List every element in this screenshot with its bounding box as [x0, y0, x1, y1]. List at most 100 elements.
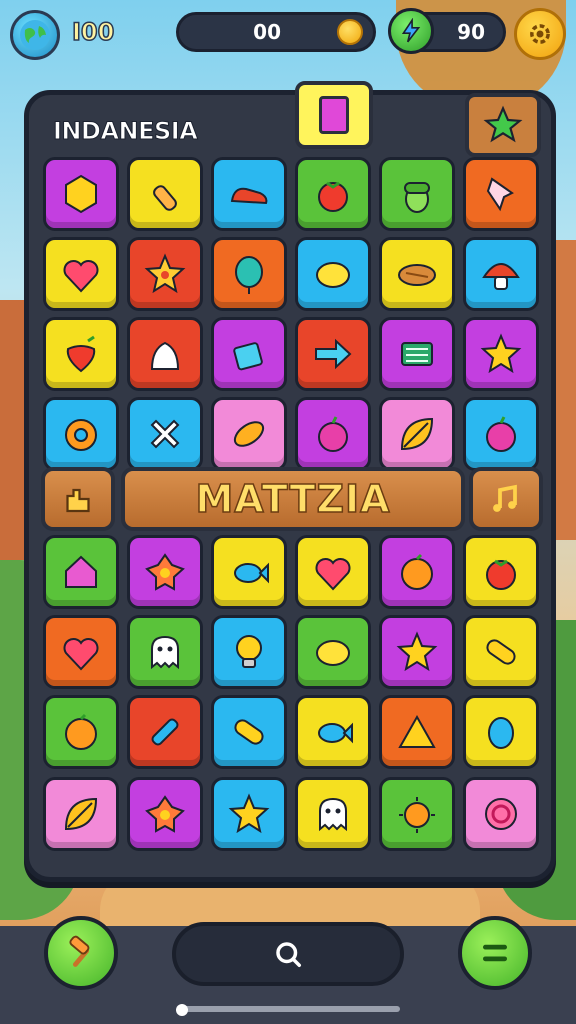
tile-4-2[interactable] [211, 535, 287, 609]
tile-2-2[interactable] [211, 317, 287, 391]
apple-icon [486, 416, 516, 452]
tile-4-1[interactable] [127, 535, 203, 609]
search-button[interactable] [172, 922, 404, 986]
ghost-icon [319, 797, 347, 832]
tile-2-0[interactable] [43, 317, 119, 391]
search-icon [276, 942, 301, 967]
tile-2-3[interactable] [295, 317, 371, 391]
tile-6-3[interactable] [295, 695, 371, 769]
star-icon [228, 793, 270, 834]
tile-5-5[interactable] [463, 615, 539, 689]
top-hud: I00 00 90 [0, 0, 576, 70]
tile-3-4[interactable] [379, 397, 455, 471]
tile-4-3[interactable] [295, 535, 371, 609]
lightning-icon [401, 18, 421, 43]
tile-5-4[interactable] [379, 615, 455, 689]
leaf-icon [64, 797, 98, 831]
heart-icon [63, 638, 99, 671]
star-shape-icon [145, 795, 185, 833]
tile-2-4[interactable] [379, 317, 455, 391]
banner-text: MATTZIA [195, 476, 391, 522]
gear-icon [530, 24, 550, 44]
card-badge[interactable] [295, 81, 373, 149]
strawberry-icon [66, 335, 96, 373]
tile-1-3[interactable] [295, 237, 371, 311]
tile-3-5[interactable] [463, 397, 539, 471]
tile-6-5[interactable] [463, 695, 539, 769]
tile-0-1[interactable] [127, 157, 203, 231]
tile-5-1[interactable] [127, 615, 203, 689]
acorn-icon [404, 182, 430, 213]
fish-icon [318, 722, 353, 744]
banner-right-button[interactable] [469, 467, 543, 531]
candy-icon [233, 421, 265, 447]
book-icon [401, 342, 433, 366]
menu-button[interactable] [458, 916, 532, 990]
tile-7-3[interactable] [295, 777, 371, 851]
pushpin-icon [486, 177, 514, 212]
tile-1-2[interactable] [211, 237, 287, 311]
tile-7-4[interactable] [379, 777, 455, 851]
globe-icon [20, 20, 50, 50]
hammer-icon [69, 935, 90, 967]
cheese-icon [398, 714, 436, 748]
egg-icon [488, 717, 514, 749]
tile-3-1[interactable] [127, 397, 203, 471]
tile-7-0[interactable] [43, 777, 119, 851]
settings-button[interactable] [514, 8, 566, 60]
tile-5-2[interactable] [211, 615, 287, 689]
target-icon [485, 798, 517, 830]
banner-left-button[interactable] [41, 467, 115, 531]
tile-5-3[interactable] [295, 615, 371, 689]
tile-0-0[interactable] [43, 157, 119, 231]
page-dot [176, 1004, 188, 1016]
hexagon-icon [65, 174, 97, 214]
board-title: INDANESIA [52, 117, 198, 146]
energy-button[interactable] [388, 8, 434, 54]
tile-0-2[interactable] [211, 157, 287, 231]
tile-5-0[interactable] [43, 615, 119, 689]
tile-4-0[interactable] [43, 535, 119, 609]
crayon-icon [151, 718, 179, 746]
tile-7-1[interactable] [127, 777, 203, 851]
tile-6-4[interactable] [379, 695, 455, 769]
heart-icon [315, 558, 351, 591]
tile-2-5[interactable] [463, 317, 539, 391]
heart-icon [63, 260, 99, 293]
capsule-icon [234, 719, 264, 745]
tile-1-1[interactable] [127, 237, 203, 311]
hammer-button[interactable] [44, 916, 118, 990]
bottle-icon [153, 185, 177, 211]
match-banner: MATTZIA [121, 467, 465, 531]
tile-4-4[interactable] [379, 535, 455, 609]
star-badge[interactable] [465, 93, 541, 157]
tomato-icon [318, 181, 348, 212]
orange-icon [65, 713, 97, 750]
orange-icon [401, 553, 433, 590]
tile-3-0[interactable] [43, 397, 119, 471]
tile-6-1[interactable] [127, 695, 203, 769]
energy-value: 90 [457, 20, 485, 44]
tile-6-2[interactable] [211, 695, 287, 769]
fish-icon [234, 562, 269, 584]
building-icon [66, 488, 90, 513]
lemon-icon [316, 640, 350, 666]
mushroom-icon [482, 263, 520, 290]
bread-icon [398, 264, 436, 286]
star-icon [483, 105, 523, 143]
tile-1-0[interactable] [43, 237, 119, 311]
globe-button[interactable] [10, 10, 60, 60]
tile-0-3[interactable] [295, 157, 371, 231]
tile-7-2[interactable] [211, 777, 287, 851]
tile-0-5[interactable] [463, 157, 539, 231]
level-counter: I00 [71, 17, 115, 47]
tile-2-1[interactable] [127, 317, 203, 391]
tile-1-5[interactable] [463, 237, 539, 311]
tile-1-4[interactable] [379, 237, 455, 311]
tile-0-4[interactable] [379, 157, 455, 231]
tile-7-5[interactable] [463, 777, 539, 851]
tile-3-3[interactable] [295, 397, 371, 471]
tile-3-2[interactable] [211, 397, 287, 471]
tile-4-5[interactable] [463, 535, 539, 609]
tile-6-0[interactable] [43, 695, 119, 769]
